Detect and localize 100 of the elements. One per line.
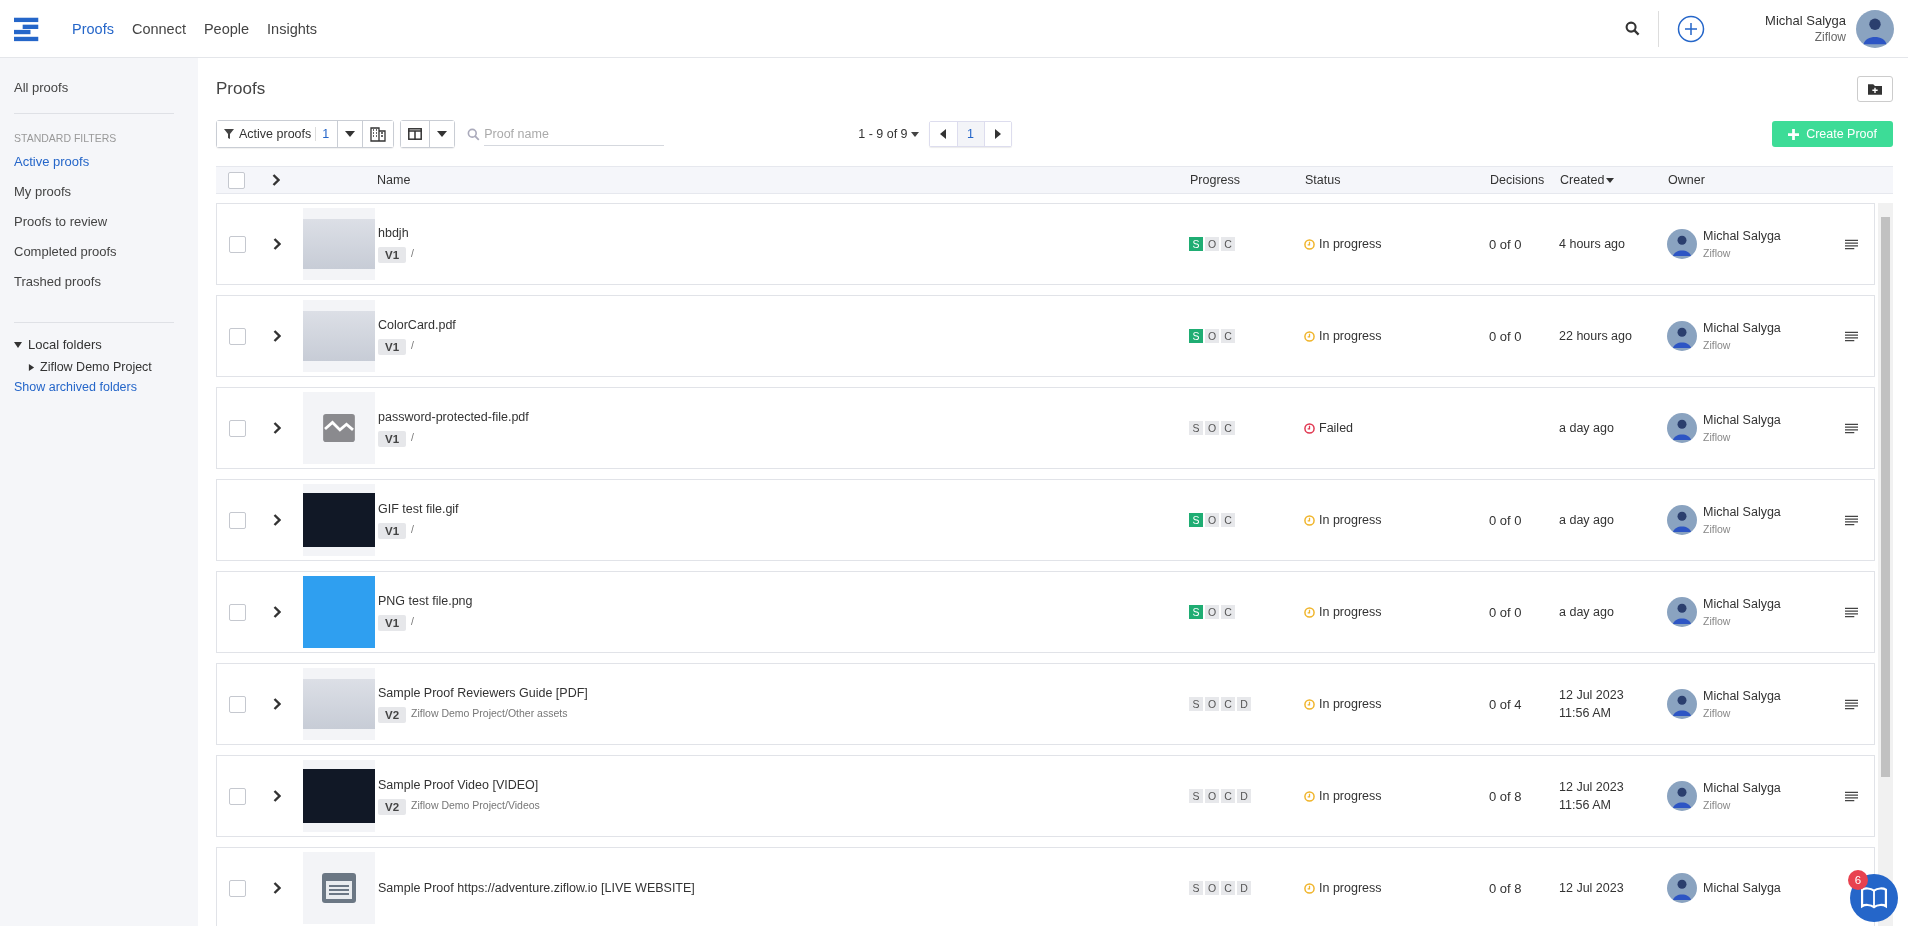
sidebar-item[interactable]: My proofs (14, 184, 198, 199)
proof-row[interactable]: ColorCard.pdf V1 / S O C In progress 0 of 0 22 hours ago Michal Salyga Ziflow (216, 295, 1875, 377)
column-header[interactable]: Status (1305, 173, 1490, 187)
chevron-icon[interactable] (273, 606, 281, 618)
row-checkbox[interactable] (229, 511, 246, 529)
row-checkbox[interactable] (229, 235, 246, 253)
proof-row[interactable]: Sample Proof Video [VIDEO] V2 Ziflow Demo Project/Videos S O C D In progress 0 of 8 12 Jul 2023 11:56 AM Michal Salyga Ziflow (216, 755, 1875, 837)
chevron-icon[interactable] (273, 882, 281, 894)
caret-icon[interactable] (28, 363, 35, 371)
proof-name[interactable]: ColorCard.pdf (378, 317, 1189, 332)
chevron-icon[interactable] (273, 514, 281, 526)
progress-step: S (1189, 329, 1203, 343)
sidebar-item[interactable]: Active proofs (14, 154, 198, 169)
search-icon[interactable] (1625, 21, 1641, 36)
menu-icon[interactable] (1845, 422, 1858, 434)
column-header[interactable]: Name (377, 173, 1190, 187)
progress-step: O (1205, 789, 1219, 803)
search-field[interactable]: Proof name (484, 122, 665, 146)
sidebar-item[interactable]: Trashed proofs (14, 274, 198, 289)
owner-name: Michal Salyga (1703, 505, 1781, 519)
folder-item[interactable]: Ziflow Demo Project (40, 360, 152, 374)
menu-icon[interactable] (1845, 698, 1858, 710)
archived-folders-link[interactable]: Show archived folders (14, 380, 198, 394)
proof-row[interactable]: Sample Proof Reviewers Guide [PDF] V2 Ziflow Demo Project/Other assets S O C D In progress 0 of 4 12 Jul 2023 11:56 AM Michal Salyga Ziflow (216, 663, 1875, 745)
nav-link[interactable]: Connect (131, 20, 186, 37)
chevron-icon[interactable] (273, 790, 281, 802)
thumbnail-placeholder[interactable] (303, 300, 375, 372)
folder-path: / (411, 430, 414, 443)
avatar-icon[interactable] (1856, 9, 1894, 48)
column-header[interactable]: Created (1560, 173, 1668, 187)
column-header[interactable]: Owner (1668, 173, 1840, 187)
thumbnail-placeholder[interactable] (303, 576, 375, 648)
menu-icon[interactable] (1845, 790, 1858, 802)
add-icon[interactable] (1677, 14, 1706, 43)
sidebar-item[interactable]: All proofs (14, 80, 198, 95)
created-date: a day ago (1559, 421, 1615, 435)
proof-name[interactable]: password-protected-file.pdf (378, 409, 1189, 424)
version-tag: V1 (378, 246, 407, 263)
row-checkbox[interactable] (229, 419, 246, 437)
section-heading: STANDARD FILTERS (14, 132, 118, 144)
menu-icon[interactable] (1845, 238, 1858, 250)
filter-button[interactable]: Active proofs (217, 121, 316, 147)
column-header[interactable]: Decisions (1490, 173, 1560, 187)
row-checkbox[interactable] (229, 327, 246, 345)
avatar-icon (1667, 505, 1697, 535)
proof-row[interactable]: GIF test file.gif V1 / S O C In progress 0 of 0 a day ago Michal Salyga Ziflow (216, 479, 1875, 561)
proof-row[interactable]: password-protected-file.pdf V1 / S O C Failed a day ago Michal Salyga Ziflow (216, 387, 1875, 469)
proof-name[interactable]: Sample Proof https://adventure.ziflow.io [LIVE WEBSITE] (378, 881, 1189, 895)
proof-name[interactable]: PNG test file.png (378, 593, 1189, 608)
columns-button[interactable] (401, 121, 430, 147)
thumbnail-placeholder[interactable] (303, 852, 375, 924)
sidebar-item[interactable]: Proofs to review (14, 214, 198, 229)
user-name: Michal Salyga (1765, 11, 1846, 30)
proof-name[interactable]: GIF test file.gif (378, 501, 1189, 516)
thumbnail-placeholder[interactable] (303, 484, 375, 556)
clock-icon (1304, 790, 1315, 802)
nav-link[interactable]: People (203, 20, 250, 37)
dropdown-button[interactable] (429, 121, 455, 147)
clock-icon (1304, 238, 1315, 250)
thumbnail-placeholder[interactable] (303, 760, 375, 832)
page-range[interactable]: 1 - 9 of 9 (858, 127, 919, 141)
row-checkbox[interactable] (229, 787, 246, 805)
proof-name[interactable]: hbdjh (378, 225, 1189, 240)
menu-icon[interactable] (1845, 606, 1858, 618)
chevron-icon[interactable] (273, 238, 281, 250)
caret-icon[interactable] (14, 340, 22, 349)
chevron-icon[interactable] (273, 330, 281, 342)
row-checkbox[interactable] (229, 603, 246, 621)
folder-heading[interactable]: Local folders (28, 337, 102, 352)
proof-row[interactable]: hbdjh V1 / S O C In progress 0 of 0 4 hours ago Michal Salyga Ziflow (216, 203, 1875, 285)
menu-icon[interactable] (1845, 330, 1858, 342)
sidebar-item[interactable]: Completed proofs (14, 244, 198, 259)
column-header[interactable]: Progress (1190, 173, 1305, 187)
thumbnail-placeholder[interactable] (303, 392, 375, 464)
next-page-button[interactable] (983, 122, 1011, 146)
proof-name[interactable]: Sample Proof Video [VIDEO] (378, 777, 1189, 792)
thumbnail-placeholder[interactable] (303, 668, 375, 740)
owner-organization: Ziflow (1703, 799, 1732, 811)
nav-link[interactable]: Insights (267, 20, 318, 37)
building-button[interactable] (362, 121, 394, 147)
new-folder-button[interactable] (1857, 76, 1893, 102)
previous-page-button[interactable] (929, 122, 957, 146)
row-checkbox[interactable] (229, 695, 246, 713)
nav-link[interactable]: Proofs (72, 20, 114, 37)
columns-icon (408, 128, 423, 140)
dropdown-button[interactable] (337, 121, 363, 147)
scrollbar[interactable] (1878, 203, 1893, 926)
page-button[interactable]: 1 (956, 122, 984, 146)
chevron-icon[interactable] (272, 174, 280, 186)
select-all-checkbox[interactable] (228, 171, 245, 189)
proof-name[interactable]: Sample Proof Reviewers Guide [PDF] (378, 685, 1189, 700)
chevron-icon[interactable] (273, 422, 281, 434)
user-organization: Ziflow (1814, 29, 1846, 46)
logo-icon[interactable] (14, 15, 40, 42)
thumbnail-placeholder[interactable] (303, 208, 375, 280)
status-label: In progress (1319, 513, 1382, 527)
proof-row[interactable]: PNG test file.png V1 / S O C In progress 0 of 0 a day ago Michal Salyga Ziflow (216, 571, 1875, 653)
chevron-icon[interactable] (273, 698, 281, 710)
row-checkbox[interactable] (229, 879, 246, 897)
menu-icon[interactable] (1845, 514, 1858, 526)
